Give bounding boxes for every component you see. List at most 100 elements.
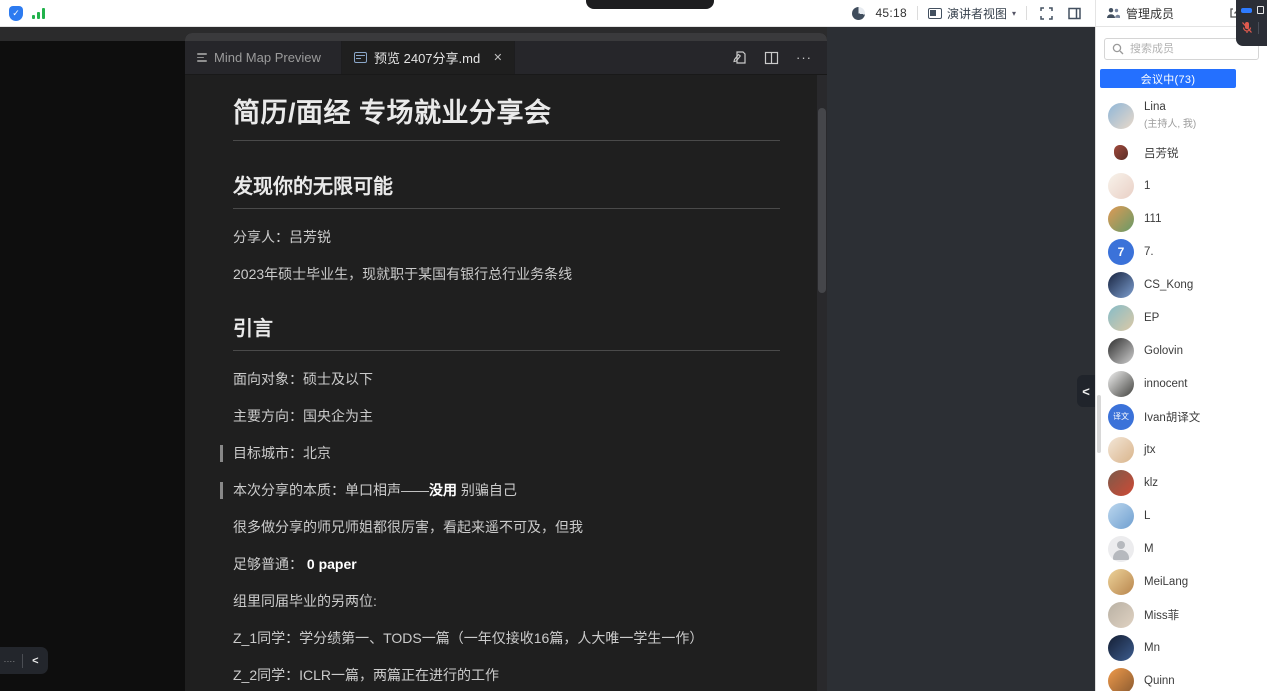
editor-scrollbar[interactable] — [817, 75, 827, 691]
participant-avatar — [1108, 535, 1134, 562]
screen-share-notch — [586, 0, 714, 9]
members-icon — [1107, 8, 1120, 18]
meeting-timer: 45:18 — [875, 6, 907, 20]
doc-h2: 发现你的无限可能 — [233, 170, 780, 209]
floating-meeting-window[interactable] — [1236, 0, 1267, 46]
participant-name: MeiLang — [1144, 575, 1189, 588]
doc-p: 2023年硕士毕业生，现就职于某国有银行总行业务条线 — [233, 266, 573, 282]
doc-p: 主要方向：国央企为主 — [233, 408, 373, 424]
participant-row[interactable]: 111 — [1096, 202, 1267, 235]
minimize-icon[interactable] — [1241, 7, 1252, 13]
participant-role: (主持人, 我) — [1144, 119, 1197, 130]
doc-p: 面向对象：硕士及以下 — [233, 371, 373, 387]
participant-avatar — [1114, 145, 1128, 160]
more-actions-icon[interactable]: ··· — [796, 50, 812, 65]
search-icon — [1112, 43, 1124, 55]
collapse-toolbar-icon[interactable]: < — [23, 655, 48, 667]
participant-avatar: 7 — [1108, 238, 1134, 265]
participant-avatar — [1108, 568, 1134, 595]
topbar-status-group: ✓ — [0, 5, 45, 21]
toolbar-dots: .... — [4, 657, 16, 664]
outline-icon — [197, 53, 207, 62]
participant-row[interactable]: L — [1096, 499, 1267, 532]
divider — [1258, 21, 1259, 34]
layout-view-icon — [927, 7, 942, 19]
doc-p: 足够普通： 0 paper — [233, 556, 357, 572]
markdown-preview-icon — [354, 52, 367, 63]
view-mode-dropdown[interactable]: 演讲者视图 ▾ — [927, 5, 1016, 22]
scrollbar-thumb[interactable] — [818, 108, 826, 293]
participant-avatar — [1108, 436, 1134, 463]
participant-name: CS_Kong — [1144, 278, 1194, 291]
fullscreen-icon — [1039, 6, 1053, 20]
restore-window-icon[interactable] — [1256, 6, 1264, 14]
editor-tabbar: Mind Map Preview 预览 2407分享.md ✕ ··· — [185, 41, 827, 75]
shared-editor-window: Mind Map Preview 预览 2407分享.md ✕ ··· 简历/面… — [185, 33, 827, 691]
participant-row[interactable]: 7 7. — [1096, 235, 1267, 268]
participant-row[interactable]: Quinn — [1096, 664, 1267, 691]
search-input[interactable] — [1130, 43, 1240, 55]
participant-name: 7. — [1144, 245, 1154, 258]
doc-h2: 引言 — [233, 312, 780, 351]
participant-row[interactable]: innocent — [1096, 367, 1267, 400]
participant-row[interactable]: MeiLang — [1096, 565, 1267, 598]
panel-layout-button[interactable] — [1065, 4, 1083, 22]
tab-markdown-preview[interactable]: 预览 2407分享.md ✕ — [342, 41, 516, 74]
participant-name: 1 — [1144, 179, 1151, 192]
doc-title: 简历/面经 专场就业分享会 — [233, 91, 780, 141]
split-editor-icon[interactable] — [764, 51, 779, 65]
participant-name: EP — [1144, 311, 1160, 324]
divider — [1026, 6, 1027, 20]
chevron-down-icon: ▾ — [1011, 8, 1016, 18]
editor-actions: ··· — [732, 41, 827, 74]
markdown-document: 简历/面经 专场就业分享会 发现你的无限可能 分享人：吕芳锐 2023年硕士毕业生，… — [185, 75, 827, 691]
doc-p: 组里同届毕业的另两位: — [233, 593, 377, 609]
participant-avatar — [1108, 667, 1134, 691]
sidebar-scrollbar-thumb[interactable] — [1097, 395, 1101, 453]
editor-titlebar — [185, 33, 827, 41]
participant-row[interactable]: klz — [1096, 466, 1267, 499]
participant-list: Lina (主持人, 我) 吕芳锐 1 111 7 7. CS_Kong EP Golovin in… — [1096, 95, 1267, 691]
participant-avatar — [1108, 172, 1134, 199]
participant-row[interactable]: CS_Kong — [1096, 268, 1267, 301]
participant-row[interactable]: M — [1096, 532, 1267, 565]
participant-row[interactable]: Golovin — [1096, 334, 1267, 367]
members-sidebar: 会议中(73) Lina(主持人, 我)吕芳锐111177.CS_KongEPG… — [1095, 27, 1267, 691]
participant-avatar — [1108, 469, 1134, 496]
doc-p: 很多做分享的师兄师姐都很厉害，看起来遥不可及，但我 — [233, 519, 583, 535]
participant-row[interactable]: EP — [1096, 301, 1267, 334]
open-source-icon[interactable] — [732, 50, 747, 65]
participant-name: 111 — [1144, 212, 1162, 225]
network-signal-icon[interactable] — [32, 7, 45, 19]
manage-members-label[interactable]: 管理成员 — [1126, 5, 1174, 22]
in-meeting-tab[interactable]: 会议中(73) — [1100, 69, 1236, 88]
microphone-muted-icon[interactable] — [1241, 21, 1253, 34]
doc-p: Z_2同学：ICLR一篇，两篇正在进行的工作 — [233, 667, 500, 683]
participant-row[interactable]: 吕芳锐 — [1096, 136, 1267, 169]
participant-avatar — [1108, 304, 1134, 331]
participant-row[interactable]: Miss菲 — [1096, 598, 1267, 631]
participant-row[interactable]: jtx — [1096, 433, 1267, 466]
timer-icon — [852, 6, 866, 20]
participant-row[interactable]: 译文 Ivan胡译文 — [1096, 400, 1267, 433]
collapsed-toolbar[interactable]: .... < — [0, 647, 48, 674]
participant-row[interactable]: Mn — [1096, 631, 1267, 664]
participant-row[interactable]: 1 — [1096, 169, 1267, 202]
participant-name: jtx — [1144, 443, 1156, 456]
tab-mind-map-preview[interactable]: Mind Map Preview — [185, 41, 342, 74]
participant-name: Mn — [1144, 641, 1160, 654]
stage-background — [827, 27, 1095, 691]
panel-layout-icon — [1067, 7, 1081, 19]
close-tab-icon[interactable]: ✕ — [493, 51, 502, 64]
view-mode-label: 演讲者视图 — [946, 6, 1007, 21]
participant-name: klz — [1144, 476, 1159, 489]
participant-avatar: 译文 — [1108, 403, 1134, 430]
participant-avatar — [1108, 601, 1134, 628]
fullscreen-button[interactable] — [1037, 4, 1055, 22]
participant-name: Golovin — [1144, 344, 1183, 357]
participant-avatar — [1108, 370, 1134, 397]
participant-name: M — [1144, 542, 1154, 555]
sidebar-collapse-handle[interactable]: < — [1077, 375, 1095, 407]
participant-row[interactable]: Lina (主持人, 我) — [1096, 95, 1267, 136]
security-shield-icon[interactable]: ✓ — [9, 5, 23, 21]
